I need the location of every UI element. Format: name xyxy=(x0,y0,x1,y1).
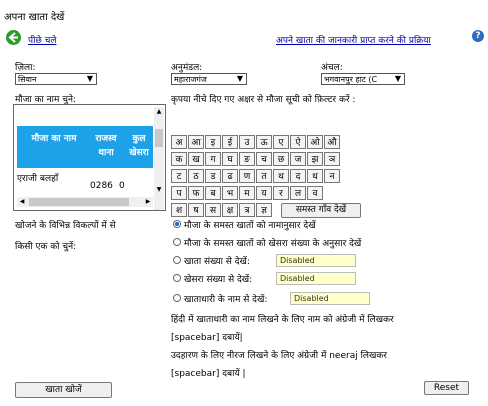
letter-key[interactable]: ट xyxy=(171,169,187,183)
radio-by-owner-name[interactable] xyxy=(173,294,181,302)
letter-key[interactable]: ण xyxy=(239,169,255,183)
district-select[interactable]: सिवान ▼ xyxy=(15,73,97,85)
owner-name-field[interactable]: Disabled xyxy=(290,292,370,305)
option-label: मौजा के समस्त खातों को नामानुसार देखें xyxy=(184,221,316,231)
scroll-up-icon[interactable]: ▲ xyxy=(155,107,163,116)
radio-by-name[interactable] xyxy=(173,220,181,228)
horizontal-scrollbar[interactable]: ◀ ▶ xyxy=(17,197,153,207)
subdivision-label: अनुमंडल: xyxy=(171,63,203,73)
search-khata-button[interactable]: खाता खोजें xyxy=(15,382,112,398)
letter-key[interactable]: इ xyxy=(205,135,221,149)
option-label: खाता संख्या से देखें: xyxy=(184,257,250,267)
letter-key[interactable]: अ xyxy=(171,135,187,149)
chevron-down-icon: ▼ xyxy=(86,74,94,83)
back-arrow-icon[interactable] xyxy=(6,30,21,45)
hint-text: [spacebar] दबायें | xyxy=(171,369,246,379)
table-cell: एराजी बलहाँ xyxy=(17,174,59,184)
scroll-left-icon[interactable]: ◀ xyxy=(17,197,27,207)
letter-key[interactable]: ग xyxy=(205,152,221,166)
all-villages-button[interactable]: समस्त गाँव देखें xyxy=(281,203,361,218)
letter-key[interactable]: ऐ xyxy=(290,135,306,149)
letter-key[interactable]: म xyxy=(239,186,255,200)
option-label: मौजा के समस्त खातों को खेसरा संख्या के अ… xyxy=(184,239,362,249)
chevron-down-icon: ▼ xyxy=(236,74,244,83)
filter-instruction: कृपया नीचे दिए गए अक्षर से मौजा सूची को … xyxy=(171,95,356,105)
letter-key[interactable]: उ xyxy=(239,135,255,149)
khesra-number-field[interactable]: Disabled xyxy=(276,272,356,285)
info-process-link[interactable]: अपने खाता की जानकारी प्राप्त करने की प्र… xyxy=(276,33,431,46)
letter-key[interactable]: श xyxy=(171,203,187,217)
option-label: खाताधारी के नाम से देखें: xyxy=(184,295,268,305)
letter-key[interactable]: ढ xyxy=(222,169,238,183)
letter-key[interactable]: झ xyxy=(307,152,323,166)
letter-key[interactable]: द xyxy=(290,169,306,183)
search-prompt: खोजने के विभिन्न विकल्पों में से xyxy=(15,221,116,231)
circle-label: अंचल: xyxy=(321,63,343,73)
letter-key[interactable]: ड xyxy=(205,169,221,183)
letter-key[interactable]: ज्ञ xyxy=(256,203,272,217)
back-link[interactable]: पीछे चले xyxy=(28,33,56,46)
letter-key[interactable]: आ xyxy=(188,135,204,149)
letter-key[interactable]: न xyxy=(324,169,340,183)
letter-key[interactable]: क्ष xyxy=(222,203,238,217)
mauza-listbox[interactable]: मौजा का नाम राजस्व थाना कुल खेसरा एराजी … xyxy=(13,104,166,211)
letter-key[interactable]: ङ xyxy=(239,152,255,166)
letter-key[interactable]: य xyxy=(256,186,272,200)
letter-key[interactable]: थ xyxy=(273,169,289,183)
letter-key[interactable]: च xyxy=(256,152,272,166)
letter-key[interactable]: ए xyxy=(273,135,289,149)
scrollbar[interactable]: ▲ ▼ xyxy=(154,107,164,210)
letter-key[interactable]: क xyxy=(171,152,187,166)
letter-key[interactable]: ऊ xyxy=(256,135,272,149)
letter-key[interactable]: ष xyxy=(188,203,204,217)
scrollbar-thumb[interactable] xyxy=(155,129,163,147)
letter-key[interactable]: त xyxy=(256,169,272,183)
letter-key[interactable]: स xyxy=(205,203,221,217)
chevron-down-icon: ▼ xyxy=(394,74,402,83)
letter-key[interactable]: ञ xyxy=(324,152,340,166)
district-label: ज़िला: xyxy=(15,63,36,73)
help-icon[interactable]: ? xyxy=(472,30,484,42)
circle-select[interactable]: भगवानपुर हाट (C ▼ xyxy=(321,73,405,85)
option-label: खेसरा संख्या से देखें: xyxy=(184,275,253,285)
scroll-right-icon[interactable]: ▶ xyxy=(143,197,153,207)
hint-text: [spacebar] दबायें| xyxy=(171,333,243,343)
subdivision-select[interactable]: महाराजगंज ▼ xyxy=(171,73,247,85)
letter-key[interactable]: ध xyxy=(307,169,323,183)
letter-key[interactable]: त्र xyxy=(239,203,255,217)
radio-by-khesra-number[interactable] xyxy=(173,274,181,282)
letter-key[interactable]: ठ xyxy=(188,169,204,183)
search-prompt: किसी एक को चुनें: xyxy=(15,242,77,252)
letter-key[interactable]: प xyxy=(171,186,187,200)
radio-by-khesra-order[interactable] xyxy=(173,238,181,246)
letter-key[interactable]: ल xyxy=(290,186,306,200)
reset-button[interactable]: Reset xyxy=(424,381,469,395)
scroll-down-icon[interactable]: ▼ xyxy=(155,185,163,194)
hint-text: उदहारण के लिए नीरज लिखने के लिए अंग्रेजी… xyxy=(171,351,387,361)
khata-number-field[interactable]: Disabled xyxy=(276,254,356,267)
letter-key[interactable]: ई xyxy=(222,135,238,149)
mauza-table-header: मौजा का नाम राजस्व थाना कुल खेसरा xyxy=(17,126,153,168)
letter-key[interactable]: फ xyxy=(188,186,204,200)
table-cell: 0286 xyxy=(90,181,113,191)
letter-key[interactable]: ज xyxy=(290,152,306,166)
column-header: मौजा का नाम xyxy=(31,134,77,144)
table-cell: 0 xyxy=(119,181,125,191)
hint-text: हिंदी में खाताधारी का नाम लिखने के लिए न… xyxy=(171,315,394,325)
column-header: राजस्व थाना xyxy=(95,134,117,158)
letter-key[interactable]: ओ xyxy=(307,135,323,149)
letter-key[interactable]: ब xyxy=(205,186,221,200)
letter-key[interactable]: घ xyxy=(222,152,238,166)
page-title: अपना खाता देखें xyxy=(4,12,65,23)
letter-key[interactable]: व xyxy=(307,186,323,200)
letter-key[interactable]: र xyxy=(273,186,289,200)
radio-by-khata-number[interactable] xyxy=(173,256,181,264)
table-row[interactable]: एराजी बलहाँ 0286 0 xyxy=(17,171,153,195)
letter-key[interactable]: भ xyxy=(222,186,238,200)
scrollbar-thumb[interactable] xyxy=(29,198,129,206)
letter-key[interactable]: छ xyxy=(273,152,289,166)
letter-key[interactable]: ख xyxy=(188,152,204,166)
column-header: कुल खेसरा xyxy=(129,134,149,158)
letter-key[interactable]: औ xyxy=(324,135,340,149)
